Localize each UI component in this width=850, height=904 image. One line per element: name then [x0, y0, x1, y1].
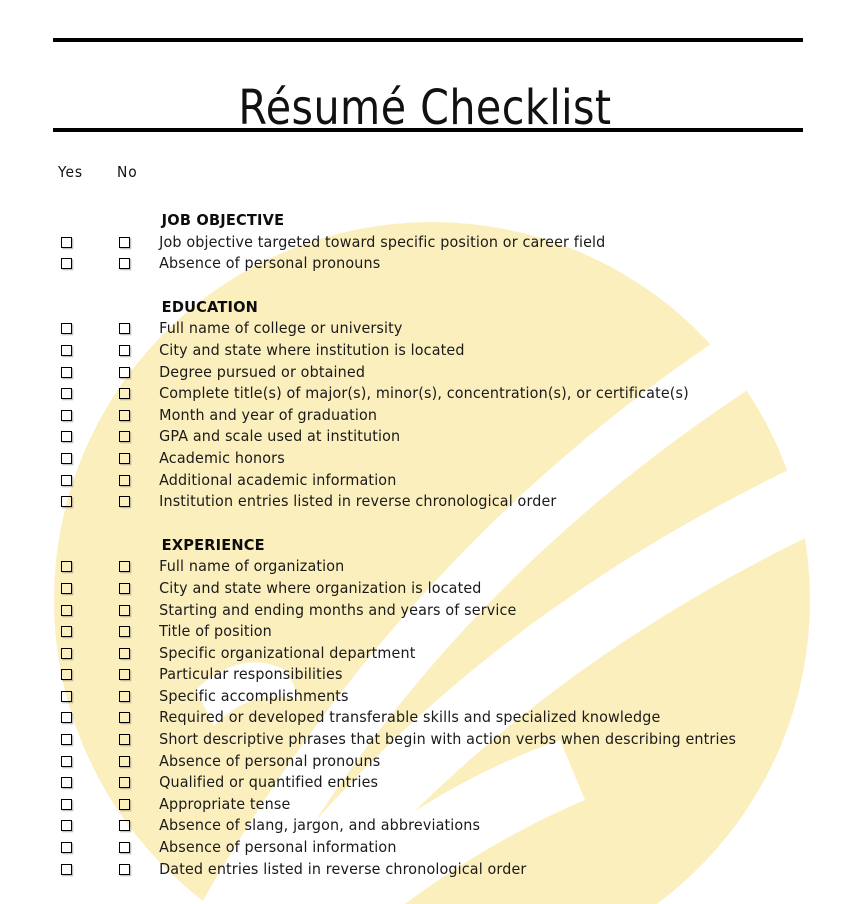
checklist-item-label: Particular responsibilities: [159, 665, 343, 684]
checklist-item-label: Short descriptive phrases that begin wit…: [159, 730, 737, 749]
checklist-row: Absence of personal pronouns: [0, 253, 850, 275]
checklist-item-label: Specific accomplishments: [159, 686, 349, 705]
checklist-row: Required or developed transferable skill…: [0, 707, 850, 729]
checklist-item-label: Full name of college or university: [159, 319, 403, 338]
checklist-row: Job objective targeted toward specific p…: [0, 232, 850, 254]
checklist-row: Full name of college or university: [0, 318, 850, 340]
checklist-item-label: Required or developed transferable skill…: [159, 708, 661, 727]
checklist-section: JOB OBJECTIVE Job objective targeted towa…: [0, 210, 850, 275]
section-heading: EXPERIENCE: [161, 535, 265, 554]
section-heading: EDUCATION: [161, 297, 259, 316]
resume-checklist-page: Résumé Checklist Yes No JOB OBJECTIVE Job…: [0, 0, 850, 904]
checklist-row: Title of position: [0, 621, 850, 643]
checklist-item-label: Month and year of graduation: [159, 405, 378, 424]
checklist-row: Appropriate tense: [0, 794, 850, 816]
checklist-section: EDUCATION Full name of college or univers…: [0, 297, 850, 513]
checklist-item-label: Institution entries listed in reverse ch…: [159, 492, 557, 511]
column-header-no: No: [117, 163, 138, 181]
header-rule-bottom: [53, 128, 803, 132]
checklist-item-label: Absence of personal pronouns: [159, 254, 381, 273]
checklist-item-label: Degree pursued or obtained: [159, 362, 366, 381]
checklist-item-label: Absence of personal pronouns: [159, 751, 381, 770]
checklist-row: Complete title(s) of major(s), minor(s),…: [0, 383, 850, 405]
checklist-item-label: City and state where institution is loca…: [159, 340, 465, 359]
checklist-item-label: Appropriate tense: [159, 794, 291, 813]
checklist-row: Short descriptive phrases that begin wit…: [0, 729, 850, 751]
checklist-item-label: Dated entries listed in reverse chronolo…: [159, 859, 527, 878]
column-headers: Yes No: [0, 163, 850, 183]
checklist-row: Specific accomplishments: [0, 686, 850, 708]
checklist-row: Absence of slang, jargon, and abbreviati…: [0, 815, 850, 837]
checklist-row: Specific organizational department: [0, 643, 850, 665]
checklist-row: Institution entries listed in reverse ch…: [0, 491, 850, 513]
checklist-row: Full name of organization: [0, 556, 850, 578]
checklist-row: GPA and scale used at institution: [0, 426, 850, 448]
checklist-row: Particular responsibilities: [0, 664, 850, 686]
checklist-item-label: Specific organizational department: [159, 643, 416, 662]
checklist-item-label: Starting and ending months and years of …: [159, 600, 517, 619]
checklist-row: Qualified or quantified entries: [0, 772, 850, 794]
checklist-item-label: Job objective targeted toward specific p…: [159, 232, 606, 251]
checklist-row: Dated entries listed in reverse chronolo…: [0, 859, 850, 881]
column-header-yes: Yes: [58, 163, 84, 181]
checklist-item-label: Absence of slang, jargon, and abbreviati…: [159, 816, 481, 835]
checklist-row: Starting and ending months and years of …: [0, 600, 850, 622]
checklist-item-label: Additional academic information: [159, 470, 397, 489]
checklist-item-label: Complete title(s) of major(s), minor(s),…: [159, 384, 689, 403]
checklist-item-label: Qualified or quantified entries: [159, 773, 379, 792]
checklist-row: City and state where organization is loc…: [0, 578, 850, 600]
checklist-section: EXPERIENCE Full name of organization City …: [0, 535, 850, 881]
checklist-row: Absence of personal pronouns: [0, 751, 850, 773]
checklist-item-label: GPA and scale used at institution: [159, 427, 401, 446]
checklist-row: Month and year of graduation: [0, 405, 850, 427]
checklist-item-label: Academic honors: [159, 448, 285, 467]
checklist-item-label: Full name of organization: [159, 557, 345, 576]
checklist-row: Absence of personal information: [0, 837, 850, 859]
checklist-item-label: City and state where organization is loc…: [159, 578, 482, 597]
checklist-row: City and state where institution is loca…: [0, 340, 850, 362]
checklist-item-label: Absence of personal information: [159, 838, 397, 857]
checklist-row: Academic honors: [0, 448, 850, 470]
checklist-body: JOB OBJECTIVE Job objective targeted towa…: [0, 210, 850, 880]
checklist-item-label: Title of position: [159, 622, 272, 641]
section-heading: JOB OBJECTIVE: [161, 211, 285, 229]
header-rule-top: [53, 38, 803, 42]
checklist-row: Additional academic information: [0, 470, 850, 492]
checklist-row: Degree pursued or obtained: [0, 362, 850, 384]
